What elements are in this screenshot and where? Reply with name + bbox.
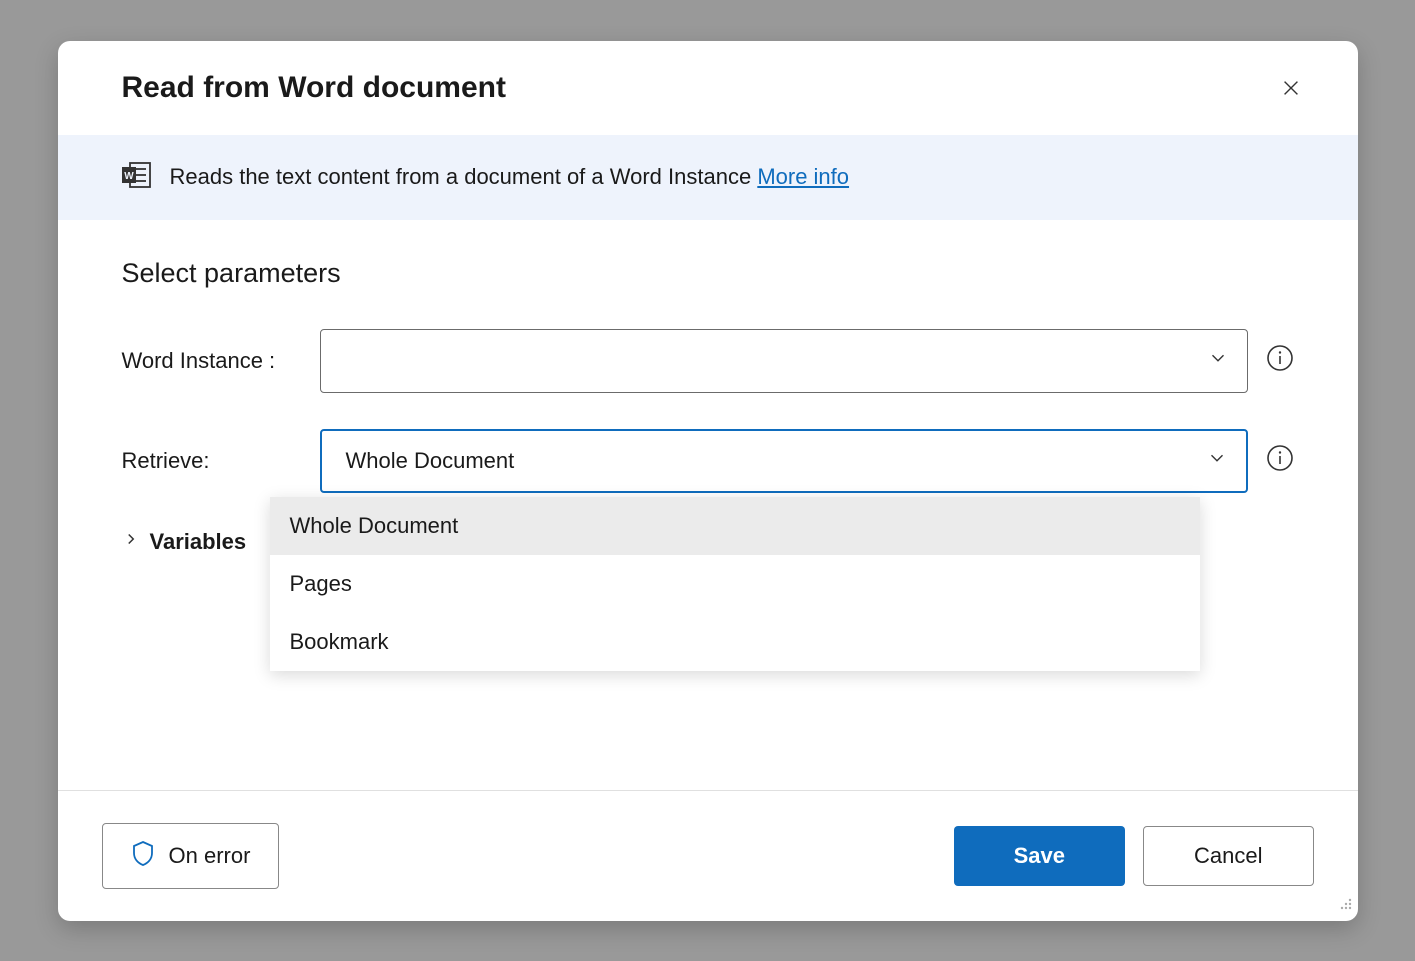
on-error-label: On error <box>169 843 251 869</box>
footer-right: Save Cancel <box>954 826 1314 886</box>
dialog-modal: Read from Word document W Reads the text… <box>58 41 1358 921</box>
info-banner: W Reads the text content from a document… <box>58 135 1358 220</box>
modal-title: Read from Word document <box>122 71 506 105</box>
save-button[interactable]: Save <box>954 826 1125 886</box>
dropdown-option-whole-document[interactable]: Whole Document <box>270 497 1200 555</box>
word-icon: W <box>122 161 152 194</box>
info-icon[interactable] <box>1266 444 1294 477</box>
modal-body: Select parameters Word Instance : <box>58 220 1358 790</box>
modal-header: Read from Word document <box>58 41 1358 135</box>
retrieve-dropdown: Whole Document Pages Bookmark <box>270 497 1200 671</box>
word-instance-label: Word Instance : <box>122 348 302 374</box>
banner-text: Reads the text content from a document o… <box>170 164 850 190</box>
chevron-right-icon <box>122 530 140 553</box>
chevron-down-icon <box>1206 447 1228 475</box>
svg-text:W: W <box>124 171 134 182</box>
on-error-button[interactable]: On error <box>102 823 280 889</box>
retrieve-label: Retrieve: <box>122 448 302 474</box>
dropdown-option-pages[interactable]: Pages <box>270 555 1200 613</box>
shield-icon <box>131 840 155 872</box>
info-icon[interactable] <box>1266 344 1294 377</box>
retrieve-value: Whole Document <box>346 448 515 474</box>
word-instance-row: Word Instance : <box>122 329 1294 393</box>
close-icon <box>1280 77 1302 99</box>
word-instance-select-wrapper <box>320 329 1248 393</box>
retrieve-select[interactable]: Whole Document <box>320 429 1248 493</box>
modal-footer: On error Save Cancel <box>58 790 1358 921</box>
word-instance-select[interactable] <box>320 329 1248 393</box>
cancel-button[interactable]: Cancel <box>1143 826 1313 886</box>
section-title: Select parameters <box>122 258 1294 289</box>
variables-label: Variables <box>150 529 247 555</box>
retrieve-select-wrapper: Whole Document Whole Document Pages Book… <box>320 429 1248 493</box>
more-info-link[interactable]: More info <box>757 164 849 189</box>
close-button[interactable] <box>1272 69 1310 107</box>
dropdown-option-bookmark[interactable]: Bookmark <box>270 613 1200 671</box>
chevron-down-icon <box>1207 347 1229 375</box>
resize-grip-icon[interactable] <box>1336 894 1354 917</box>
retrieve-row: Retrieve: Whole Document Whole Document … <box>122 429 1294 493</box>
banner-description: Reads the text content from a document o… <box>170 164 758 189</box>
